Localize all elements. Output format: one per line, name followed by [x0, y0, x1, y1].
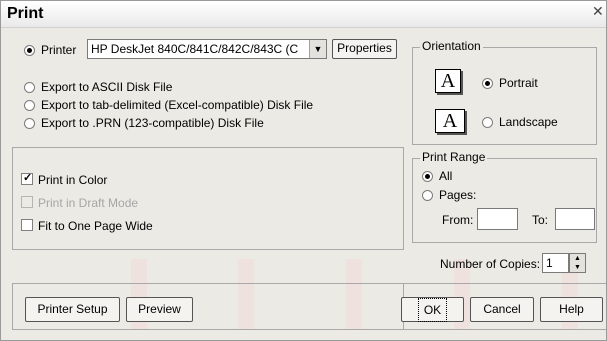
- portrait-radio[interactable]: [482, 78, 493, 89]
- all-radio[interactable]: [422, 171, 433, 182]
- cancel-button[interactable]: Cancel: [470, 297, 534, 322]
- to-label: To:: [532, 213, 549, 227]
- from-page-input[interactable]: [477, 208, 518, 230]
- print-dialog: Print ✕ Printer HP DeskJet 840C/841C/842…: [0, 0, 607, 341]
- chevron-down-icon[interactable]: ▼: [309, 40, 326, 58]
- pages-radio[interactable]: [422, 190, 433, 201]
- export-tab-radio[interactable]: [24, 100, 35, 111]
- portrait-label: Portrait: [499, 76, 538, 90]
- print-color-checkbox[interactable]: ✓: [21, 172, 33, 185]
- landscape-label: Landscape: [499, 115, 558, 129]
- copies-value: 1: [546, 256, 553, 270]
- printer-radio-label: Printer: [41, 43, 77, 57]
- print-color-label: Print in Color: [38, 173, 108, 187]
- from-label: From:: [442, 213, 474, 227]
- print-range-title: Print Range: [420, 150, 488, 164]
- title-bar: Print ✕: [1, 1, 606, 28]
- export-ascii-radio[interactable]: [24, 82, 35, 93]
- dialog-title: Print: [7, 5, 44, 22]
- landscape-icon: A: [435, 109, 465, 133]
- export-prn-label: Export to .PRN (123-compatible) Disk Fil…: [41, 116, 264, 130]
- pages-label: Pages:: [439, 188, 477, 202]
- copies-stepper[interactable]: ▲ ▼: [569, 253, 586, 273]
- close-icon[interactable]: ✕: [592, 3, 606, 21]
- to-page-input[interactable]: [555, 208, 595, 230]
- all-label: All: [439, 169, 453, 183]
- check-icon: ✓: [23, 172, 33, 184]
- spin-up-icon[interactable]: ▲: [570, 254, 585, 263]
- printer-setup-button[interactable]: Printer Setup: [25, 297, 120, 322]
- landscape-radio[interactable]: [482, 117, 493, 128]
- spin-down-icon[interactable]: ▼: [570, 263, 585, 272]
- fit-one-page-label: Fit to One Page Wide: [38, 219, 153, 233]
- copies-input[interactable]: 1: [542, 253, 569, 273]
- portrait-icon: A: [435, 69, 461, 93]
- properties-button[interactable]: Properties: [332, 39, 397, 59]
- export-tab-label: Export to tab-delimited (Excel-compatibl…: [41, 98, 314, 112]
- draft-mode-label: Print in Draft Mode: [38, 196, 139, 210]
- draft-mode-checkbox[interactable]: [21, 196, 33, 208]
- ok-button[interactable]: OK: [401, 297, 464, 322]
- copies-label: Number of Copies:: [440, 257, 541, 271]
- preview-button[interactable]: Preview: [126, 297, 193, 322]
- help-button[interactable]: Help: [540, 297, 603, 322]
- printer-radio[interactable]: [24, 45, 35, 56]
- export-prn-radio[interactable]: [24, 118, 35, 129]
- orientation-title: Orientation: [420, 39, 483, 53]
- export-ascii-label: Export to ASCII Disk File: [41, 80, 173, 94]
- printer-select[interactable]: HP DeskJet 840C/841C/842C/843C (C ▼: [87, 39, 327, 59]
- fit-one-page-checkbox[interactable]: [21, 219, 33, 231]
- printer-select-value: HP DeskJet 840C/841C/842C/843C (C: [91, 42, 299, 56]
